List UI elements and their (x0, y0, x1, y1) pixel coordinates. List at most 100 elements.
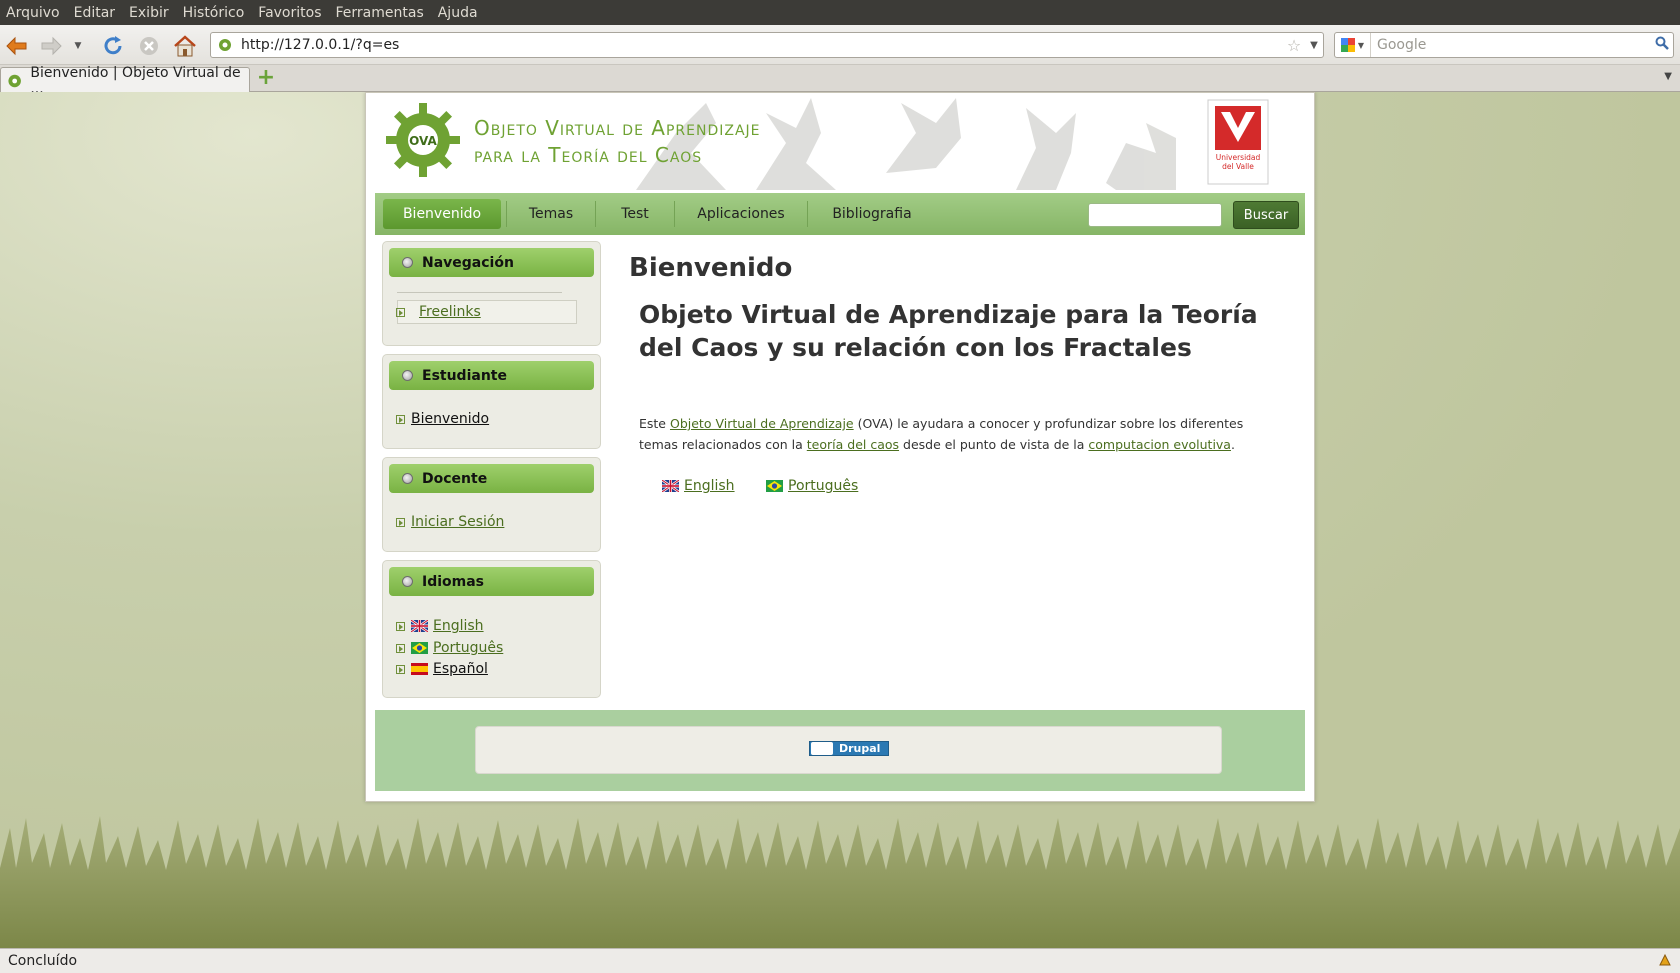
menu-editar[interactable]: Editar (74, 5, 115, 21)
home-button[interactable] (172, 33, 198, 59)
web-search-box[interactable]: ▼ Google (1334, 32, 1674, 58)
list-item: Iniciar Sesión (396, 513, 504, 531)
menu-arquivo[interactable]: Arquivo (6, 5, 60, 21)
list-item: English (396, 617, 484, 635)
tab-bienvenido[interactable]: Bienvenido | Objeto Virtual de ... (0, 65, 250, 97)
link-portugues[interactable]: Português (433, 640, 503, 656)
block-bullet-icon (402, 370, 413, 381)
buscar-button[interactable]: Buscar (1233, 201, 1299, 229)
menu-ajuda[interactable]: Ajuda (438, 5, 478, 21)
menu-ferramentas[interactable]: Ferramentas (336, 5, 424, 21)
site-name[interactable]: Objeto Virtual de Aprendizaje para la Te… (474, 115, 761, 169)
stop-button[interactable] (136, 33, 162, 59)
chevron-down-icon: ▼ (74, 41, 82, 51)
back-button[interactable] (4, 33, 30, 59)
tab-list-dropdown[interactable]: ▼ (1664, 71, 1672, 82)
url-dropdown-icon[interactable]: ▼ (1305, 40, 1323, 51)
menu-favoritos[interactable]: Favoritos (258, 5, 321, 21)
tab-bar: Bienvenido | Objeto Virtual de ... + ▼ (0, 65, 1680, 97)
browser-toolbar: ▼ http://127.0.0.1/?q=es ☆ ▼ ▼ Google (0, 25, 1680, 65)
link-english[interactable]: English (684, 478, 735, 494)
site-identity-icon (215, 35, 235, 55)
grass-background (0, 816, 1680, 948)
nav-bibliografia[interactable]: Bibliografia (808, 199, 936, 229)
search-engine-selector[interactable]: ▼ (1335, 33, 1371, 57)
menu-exibir[interactable]: Exibir (129, 5, 169, 21)
bookmark-star-icon[interactable]: ☆ (1283, 36, 1305, 55)
browser-menubar: Arquivo Editar Exibir Histórico Favorito… (0, 0, 1680, 25)
link-ova[interactable]: Objeto Virtual de Aprendizaje (670, 416, 854, 431)
ova-logo-gear: OVA (386, 103, 460, 177)
brazil-flag-icon (766, 480, 783, 492)
block-title-idiomas: Idiomas (389, 567, 594, 596)
site-page: OVA Objeto Virtual de Aprendizaje para l… (365, 92, 1315, 802)
primary-navigation: Bienvenido Temas Test Aplicaciones Bibli… (375, 193, 1305, 235)
arrow-bullet-icon (396, 414, 405, 424)
link-iniciar-sesion[interactable]: Iniciar Sesión (411, 514, 504, 530)
list-item: Bienvenido (396, 410, 489, 428)
addon-icon[interactable] (1658, 953, 1672, 971)
arrow-bullet-icon (396, 664, 405, 674)
powered-by-drupal-badge[interactable]: Drupal (809, 741, 889, 756)
list-item: Português (396, 639, 503, 657)
reload-button[interactable] (100, 33, 126, 59)
url-bar[interactable]: http://127.0.0.1/?q=es ☆ ▼ (210, 32, 1324, 58)
back-arrow-icon (6, 36, 27, 56)
ova-logo-text: OVA (409, 134, 437, 148)
link-freelinks[interactable]: Freelinks (419, 304, 481, 320)
site-name-line1: Objeto Virtual de Aprendizaje (474, 116, 761, 140)
content-heading: Objeto Virtual de Aprendizaje para la Te… (639, 300, 1258, 362)
status-text: Concluído (8, 953, 78, 969)
history-dropdown-button[interactable]: ▼ (70, 33, 86, 59)
new-tab-button[interactable]: + (256, 67, 276, 89)
block-idiomas: Idiomas English Português Español (382, 560, 601, 698)
page-viewport: OVA Objeto Virtual de Aprendizaje para l… (0, 92, 1680, 948)
home-icon (174, 35, 196, 57)
universidad-del-valle-logo: Universidad del Valle (1207, 99, 1269, 185)
chevron-down-icon: ▼ (1357, 40, 1365, 50)
site-favicon-icon (8, 74, 21, 87)
arrow-bullet-icon (396, 643, 405, 653)
content-lang-portugues[interactable]: Português (766, 478, 858, 494)
link-portugues[interactable]: Português (788, 478, 858, 494)
url-text[interactable]: http://127.0.0.1/?q=es (241, 37, 1283, 53)
link-bienvenido[interactable]: Bienvenido (411, 411, 489, 427)
list-item: Freelinks (396, 303, 481, 321)
block-bullet-icon (402, 473, 413, 484)
search-icon[interactable] (1651, 36, 1673, 54)
block-title-estudiante: Estudiante (389, 361, 594, 390)
arrow-bullet-icon (396, 517, 405, 527)
block-estudiante: Estudiante Bienvenido (382, 354, 601, 449)
brazil-flag-icon (411, 642, 428, 654)
menu-historico[interactable]: Histórico (183, 5, 245, 21)
link-english[interactable]: English (433, 618, 484, 634)
uk-flag-icon (411, 620, 428, 632)
nav-test[interactable]: Test (596, 199, 674, 229)
list-item: Español (396, 660, 488, 678)
reload-icon (104, 36, 122, 55)
arrow-bullet-icon (396, 307, 405, 317)
university-line1: Universidad (1216, 153, 1261, 162)
site-name-line2: para la Teoría del Caos (474, 143, 703, 167)
block-bullet-icon (402, 257, 413, 268)
nav-aplicaciones[interactable]: Aplicaciones (675, 199, 807, 229)
block-navegacion: Navegación Freelinks (382, 241, 601, 346)
site-footer: Drupal (375, 710, 1305, 791)
university-line2: del Valle (1222, 162, 1254, 171)
site-search-input[interactable] (1088, 203, 1222, 227)
block-docente: Docente Iniciar Sesión (382, 457, 601, 552)
link-espanol[interactable]: Español (433, 661, 488, 677)
drupal-icon (811, 742, 833, 755)
nav-bienvenido[interactable]: Bienvenido (383, 199, 501, 229)
content-lang-english[interactable]: English (662, 478, 735, 494)
search-placeholder[interactable]: Google (1371, 37, 1651, 53)
page-title: Bienvenido (629, 253, 793, 283)
stop-icon (140, 37, 158, 55)
link-computacion-evolutiva[interactable]: computacion evolutiva (1088, 437, 1231, 452)
nav-temas[interactable]: Temas (507, 199, 595, 229)
uk-flag-icon (662, 480, 679, 492)
link-teoria-del-caos[interactable]: teoría del caos (807, 437, 899, 452)
status-bar: Concluído (0, 948, 1680, 973)
forward-button[interactable] (38, 33, 64, 59)
arrow-bullet-icon (396, 621, 405, 631)
